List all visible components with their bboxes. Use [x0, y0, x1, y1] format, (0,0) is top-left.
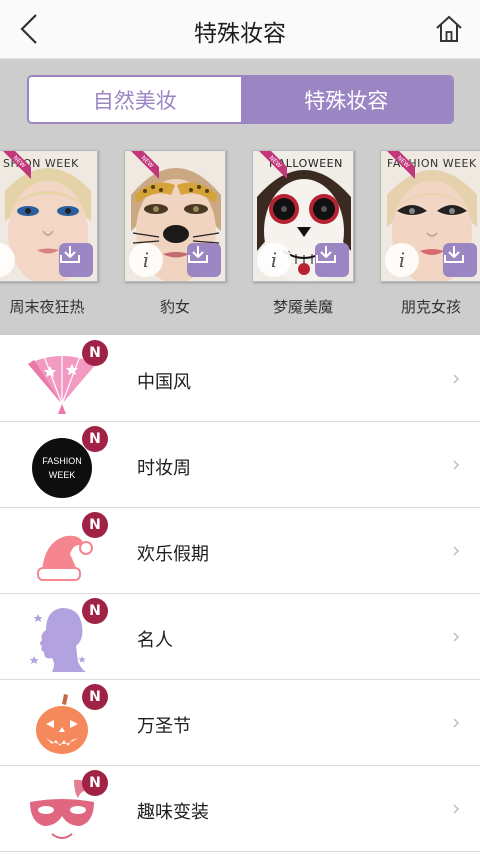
new-badge: N: [82, 684, 108, 710]
new-ribbon: NEW: [131, 151, 159, 179]
new-badge: N: [82, 598, 108, 624]
new-ribbon: NEW: [387, 151, 415, 179]
look-thumbnail[interactable]: FASHION WEEK NEW i: [380, 150, 480, 282]
mode-tabs: 自然美妆 特殊妆容: [27, 75, 454, 124]
tab-natural-makeup[interactable]: 自然美妆: [29, 77, 241, 122]
list-item[interactable]: N 趣味变装: [0, 766, 480, 852]
new-badge: N: [82, 770, 108, 796]
chevron-right-icon: [453, 804, 459, 814]
download-icon: [188, 246, 208, 263]
look-name: 周末夜狂热: [9, 298, 85, 316]
download-button[interactable]: [187, 243, 221, 277]
top-bar: 特殊妆容: [0, 0, 480, 59]
looks-panel: 自然美妆 特殊妆容 SHION WEEK NEW 周末夜狂热 NEW i 豹女 …: [0, 59, 480, 335]
download-icon: [444, 246, 464, 263]
chevron-right-icon: [453, 374, 459, 384]
look-thumbnail[interactable]: SHION WEEK NEW i: [0, 150, 98, 282]
list-item[interactable]: N 万圣节: [0, 680, 480, 766]
category-label: 时妆周: [137, 458, 191, 479]
download-icon: [316, 246, 336, 263]
chevron-right-icon: [453, 546, 459, 556]
svg-text:FASHION: FASHION: [42, 456, 82, 466]
list-item[interactable]: N 欢乐假期: [0, 508, 480, 594]
new-badge: N: [82, 426, 108, 452]
tab-special-makeup[interactable]: 特殊妆容: [240, 77, 452, 122]
category-label: 欢乐假期: [137, 544, 209, 565]
category-label: 趣味变装: [137, 802, 209, 823]
chevron-right-icon: [453, 718, 459, 728]
look-thumbnail[interactable]: NEW i: [124, 150, 226, 282]
new-ribbon: NEW: [259, 151, 287, 179]
category-label: 中国风: [137, 372, 191, 393]
category-list: N 中国风 FASHION WEEK N 时妆周 N 欢乐假期 N 名人 N 万…: [0, 336, 480, 852]
list-item[interactable]: N 中国风: [0, 336, 480, 422]
chevron-right-icon: [453, 460, 459, 470]
look-name: 豹女: [159, 298, 190, 316]
list-item[interactable]: FASHION WEEK N 时妆周: [0, 422, 480, 508]
category-label: 万圣节: [137, 716, 191, 737]
page-title: 特殊妆容: [194, 21, 286, 47]
download-button[interactable]: [315, 243, 349, 277]
look-name: 梦魇美魔: [272, 298, 333, 316]
new-ribbon: NEW: [3, 151, 31, 179]
home-icon[interactable]: [434, 12, 464, 46]
category-label: 名人: [137, 630, 173, 651]
svg-text:WEEK: WEEK: [49, 470, 76, 480]
chevron-right-icon: [453, 632, 459, 642]
list-item[interactable]: N 名人: [0, 594, 480, 680]
download-icon: [60, 246, 80, 263]
look-thumbnail[interactable]: HALLOWEEN NEW i: [252, 150, 354, 282]
looks-strip[interactable]: SHION WEEK NEW i 周末夜狂热: [0, 144, 480, 344]
download-button[interactable]: [59, 243, 93, 277]
info-button[interactable]: i: [385, 243, 419, 277]
info-button[interactable]: i: [257, 243, 291, 277]
download-button[interactable]: [443, 243, 477, 277]
new-badge: N: [82, 512, 108, 538]
new-badge: N: [82, 340, 108, 366]
info-button[interactable]: i: [129, 243, 163, 277]
look-name: 朋克女孩: [400, 298, 461, 316]
